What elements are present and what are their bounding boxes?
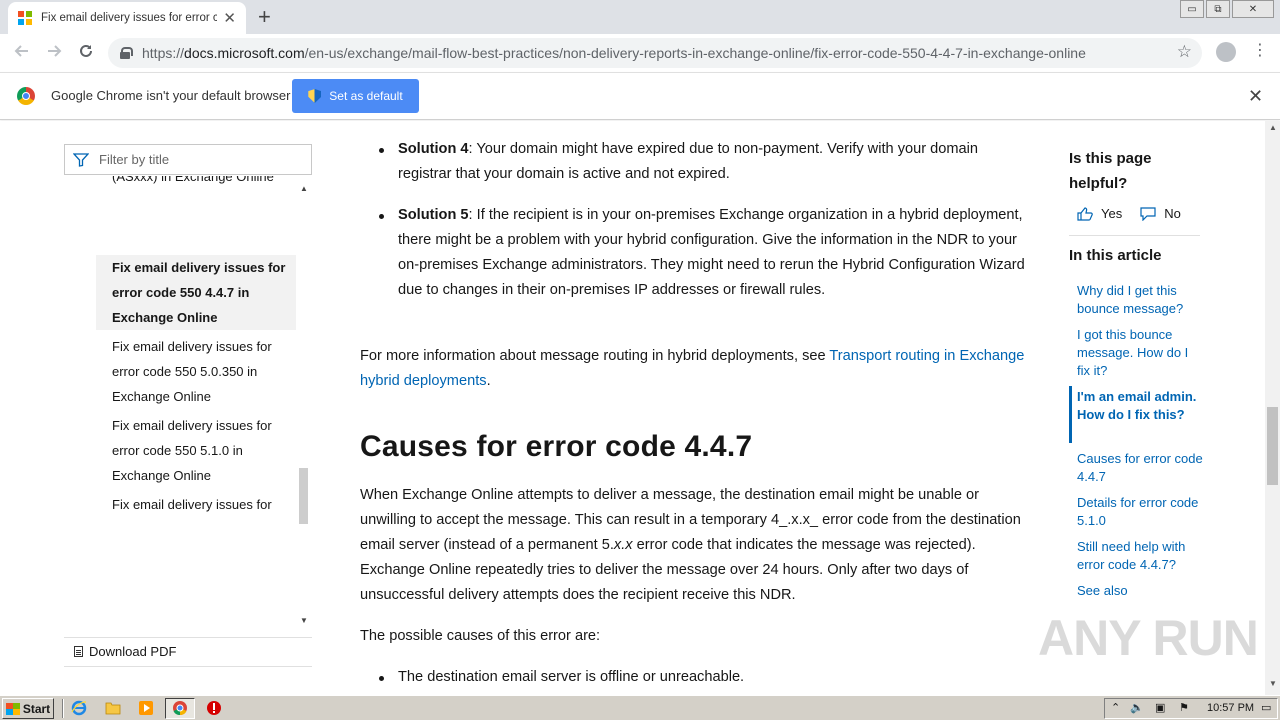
no-button[interactable]: No — [1140, 206, 1181, 221]
table-of-contents: (ASxxx) in Exchange Online Fix email del… — [96, 176, 296, 621]
media-player-icon[interactable] — [137, 700, 155, 716]
chrome-logo-icon — [17, 87, 35, 105]
set-as-default-label: Set as default — [329, 89, 403, 103]
scroll-down-arrow-icon[interactable]: ▼ — [300, 616, 308, 625]
docs-page: Filter by title (ASxxx) in Exchange Onli… — [0, 121, 1280, 695]
infobar-message: Google Chrome isn't your default browser — [51, 88, 291, 103]
comment-icon — [1140, 206, 1156, 221]
in-this-article-heading: In this article — [1069, 247, 1162, 264]
profile-avatar-icon[interactable] — [1216, 42, 1236, 62]
page-scroll-thumb[interactable] — [1267, 407, 1278, 485]
toc-item-partial[interactable]: (ASxxx) in Exchange Online — [112, 176, 274, 189]
tab-close-icon[interactable]: ✕ — [223, 9, 236, 27]
new-tab-button[interactable]: + — [258, 4, 271, 30]
url-scheme: https:// — [142, 45, 185, 61]
divider — [1069, 235, 1200, 236]
scroll-up-arrow-icon[interactable]: ▲ — [300, 184, 308, 193]
divider — [64, 666, 312, 667]
set-as-default-button[interactable]: Set as default — [292, 79, 419, 113]
uac-shield-icon — [308, 89, 322, 103]
helpful-title: Is this page helpful? — [1069, 150, 1152, 192]
windows-taskbar: Start ⌃ 🔈 ▣ ⚑ 10:57 PM ▭ — [0, 695, 1280, 720]
restore-button[interactable]: ⧉ — [1206, 0, 1230, 18]
document-icon — [74, 646, 83, 657]
thumbs-up-icon — [1077, 206, 1093, 221]
outline-link-details[interactable]: Details for error code 5.1.0 — [1077, 494, 1204, 530]
outline-link-why-bounce[interactable]: Why did I get this bounce message? — [1077, 282, 1204, 318]
internet-explorer-icon[interactable] — [70, 700, 88, 716]
lock-icon[interactable] — [120, 47, 133, 59]
solution-4-item: Solution 4: Your domain might have expir… — [379, 137, 1028, 187]
default-browser-infobar: Google Chrome isn't your default browser… — [0, 72, 1280, 120]
reload-icon — [80, 44, 92, 57]
file-explorer-icon[interactable] — [104, 700, 122, 716]
toc-item-550-5-1-0[interactable]: Fix email delivery issues for error code… — [96, 413, 296, 488]
microsoft-logo-icon — [18, 11, 32, 25]
url-path: /en-us/exchange/mail-flow-best-practices… — [304, 45, 1086, 61]
back-arrow-icon — [14, 44, 28, 57]
causes-paragraph: When Exchange Online attempts to deliver… — [360, 487, 1021, 603]
outline-link-email-admin[interactable]: I'm an email admin. How do I fix this? — [1077, 388, 1204, 424]
possible-causes-intro: The possible causes of this error are: — [360, 628, 601, 644]
toc-scroll-thumb[interactable] — [299, 468, 308, 524]
forward-button[interactable] — [38, 43, 70, 64]
outline-link-still-need-help[interactable]: Still need help with error code 4.4.7? — [1077, 538, 1204, 574]
scroll-up-arrow-icon[interactable]: ▲ — [1269, 123, 1277, 132]
stop-sign-icon[interactable] — [205, 700, 223, 716]
scroll-down-arrow-icon[interactable]: ▼ — [1269, 679, 1277, 688]
browser-tab[interactable]: Fix email delivery issues for error co ✕ — [8, 2, 246, 34]
filter-by-title-input[interactable]: Filter by title — [64, 144, 312, 175]
show-hidden-icons-icon[interactable]: ⌃ — [1111, 701, 1120, 714]
forward-arrow-icon — [48, 44, 62, 57]
minimize-button[interactable]: ▭ — [1180, 0, 1204, 18]
yes-button[interactable]: Yes — [1077, 206, 1122, 221]
window-close-button[interactable]: ✕ — [1232, 0, 1274, 18]
solution-5-item: Solution 5: If the recipient is in your … — [379, 203, 1028, 303]
tab-title: Fix email delivery issues for error co — [41, 12, 218, 24]
toc-item-next[interactable]: Fix email delivery issues for — [96, 492, 296, 517]
toc-item-550-5-0-350[interactable]: Fix email delivery issues for error code… — [96, 334, 296, 409]
divider — [64, 637, 312, 638]
url-host: docs.microsoft.com — [184, 45, 305, 61]
filter-placeholder: Filter by title — [99, 152, 170, 167]
current-section-indicator — [1069, 386, 1072, 443]
section-heading: Causes for error code 4.4.7 — [360, 430, 753, 463]
more-info-paragraph: For more information about message routi… — [360, 348, 1025, 389]
start-button[interactable]: Start — [2, 698, 54, 719]
browser-toolbar: https://docs.microsoft.com/en-us/exchang… — [0, 34, 1280, 72]
windows-logo-icon — [5, 702, 20, 715]
volume-icon[interactable]: 🔈 — [1130, 701, 1144, 714]
filter-icon — [73, 152, 89, 167]
reload-button[interactable] — [70, 43, 102, 64]
infobar-close-icon[interactable]: ✕ — [1248, 86, 1263, 107]
clock[interactable]: 10:57 PM — [1207, 702, 1254, 714]
cause-item: The destination email server is offline … — [379, 665, 1028, 690]
outline-link-how-fix[interactable]: I got this bounce message. How do I fix … — [1077, 326, 1204, 380]
toc-scrollbar[interactable]: ▲ ▼ — [298, 184, 310, 625]
toc-item-550-4-4-7[interactable]: Fix email delivery issues for error code… — [96, 255, 296, 330]
page-scrollbar[interactable]: ▲ ▼ — [1265, 121, 1280, 695]
system-tray: ⌃ 🔈 ▣ ⚑ 10:57 PM ▭ — [1104, 698, 1278, 719]
menu-dots-icon[interactable]: ⋮ — [1252, 40, 1268, 60]
bookmark-star-icon[interactable]: ☆ — [1177, 42, 1192, 62]
chrome-taskbar-icon[interactable] — [171, 700, 189, 716]
download-pdf-link[interactable]: Download PDF — [74, 644, 176, 659]
back-button[interactable] — [6, 43, 38, 64]
feedback-buttons: Yes No — [1077, 206, 1181, 221]
divider — [62, 699, 64, 718]
tab-strip: Fix email delivery issues for error co ✕… — [0, 0, 1280, 34]
action-center-flag-icon[interactable]: ⚑ — [1179, 701, 1189, 714]
show-desktop-icon[interactable]: ▭ — [1261, 701, 1271, 714]
address-bar[interactable]: https://docs.microsoft.com/en-us/exchang… — [108, 38, 1202, 68]
network-icon[interactable]: ▣ — [1155, 701, 1165, 714]
anyrun-watermark: ANY RUN — [1038, 610, 1259, 666]
outline-link-see-also[interactable]: See also — [1077, 582, 1204, 600]
window-controls: ▭ ⧉ ✕ — [1180, 0, 1274, 18]
outline-link-causes[interactable]: Causes for error code 4.4.7 — [1077, 450, 1204, 486]
